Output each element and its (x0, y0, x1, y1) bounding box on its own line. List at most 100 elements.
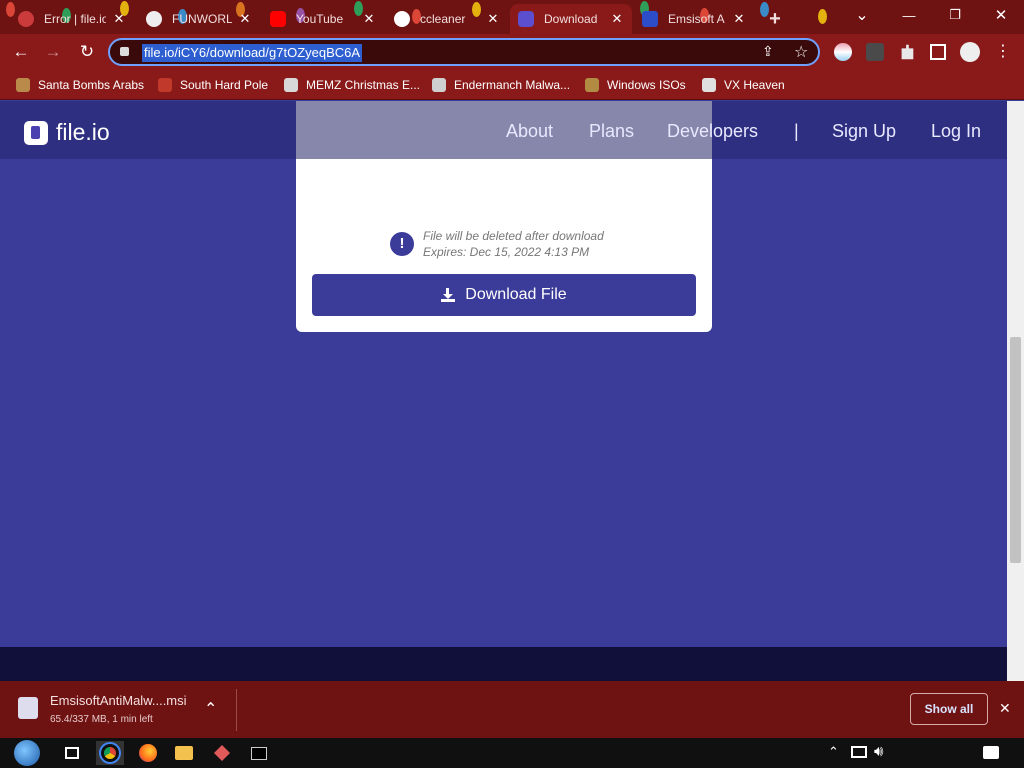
download-button-label: Download File (465, 286, 567, 303)
bookmark-santa-bombs-arabs[interactable]: Santa Bombs Arabs (16, 76, 144, 94)
tab-title: Error | file.io (44, 12, 106, 26)
folder-icon (175, 746, 193, 760)
tab-title: Download (544, 12, 598, 26)
bookmark-favicon-icon (284, 78, 298, 92)
profile-avatar-icon[interactable] (960, 42, 980, 62)
tab-download[interactable]: Download ✕ (510, 4, 632, 34)
close-shelf-icon[interactable]: ✕ (999, 700, 1011, 717)
download-filename: EmsisoftAntiMalw....msi (50, 693, 187, 708)
window-close-icon[interactable]: ✕ (978, 0, 1024, 30)
tab-ccleaner[interactable]: ccleaner ✕ (386, 4, 508, 34)
extension-s-icon[interactable] (866, 43, 884, 61)
download-file-button[interactable]: Download File (312, 274, 696, 316)
download-icon (441, 288, 456, 302)
windows-logo-icon (14, 740, 40, 766)
installer-file-icon (18, 697, 38, 719)
show-hidden-icons-chevron-icon[interactable]: ⌃ (828, 744, 839, 760)
web-page: ! File will be deleted after download Ex… (0, 101, 1007, 681)
bookmark-label: Endermanch Malwa... (454, 78, 571, 92)
reload-icon[interactable]: ↻ (74, 40, 100, 64)
tab-close-icon[interactable]: ✕ (486, 11, 500, 27)
nav-sign-up[interactable]: Sign Up (832, 121, 896, 142)
forward-icon[interactable]: → (40, 40, 66, 64)
youtube-icon (270, 11, 286, 27)
tab-title: YouTube (296, 12, 344, 26)
bookmark-windows-isos[interactable]: Windows ISOs (585, 76, 686, 94)
logo-text: file.io (56, 119, 110, 145)
tab-close-icon[interactable]: ✕ (610, 11, 624, 27)
restore-icon[interactable]: ❐ (932, 0, 978, 30)
download-options-chevron-icon[interactable]: ⌃ (204, 699, 217, 719)
bookmark-label: Santa Bombs Arabs (38, 78, 145, 92)
tab-close-icon[interactable]: ✕ (732, 11, 746, 27)
card-top-overlay (296, 101, 712, 159)
nav-log-in[interactable]: Log In (931, 121, 981, 142)
file-io-icon (518, 11, 534, 27)
bookmark-label: MEMZ Christmas E... (306, 78, 421, 92)
bookmark-favicon-icon (585, 78, 599, 92)
download-item[interactable]: EmsisoftAntiMalw....msi 65.4/337 MB, 1 m… (18, 693, 187, 725)
bookmark-star-icon[interactable]: ☆ (794, 42, 808, 62)
download-shelf: EmsisoftAntiMalw....msi 65.4/337 MB, 1 m… (0, 681, 1024, 738)
share-icon[interactable]: ⇪ (762, 43, 774, 60)
show-all-downloads-button[interactable]: Show all (910, 693, 988, 725)
network-icon[interactable] (851, 746, 867, 758)
tab-strip: Error | file.io ✕ FUNWORLD ✕ YouTube ✕ c… (0, 0, 1024, 34)
extension-flag-icon[interactable] (834, 43, 852, 61)
deletion-notice: ! File will be deleted after download Ex… (390, 228, 604, 260)
taskbar-command-prompt[interactable] (245, 741, 273, 765)
scrollbar-thumb[interactable] (1010, 337, 1021, 563)
taskbar-firefox[interactable] (134, 741, 162, 765)
bookmark-vx-heaven[interactable]: VX Heaven (702, 76, 785, 94)
tab-title: Emsisoft A (668, 12, 725, 26)
tab-emsisoft[interactable]: Emsisoft A ✕ (634, 4, 754, 34)
nav-divider: | (794, 121, 799, 141)
google-icon (394, 11, 410, 27)
tab-error-file-io[interactable]: Error | file.io ✕ (10, 4, 134, 34)
taskbar-file-explorer[interactable] (170, 741, 198, 765)
app-icon (214, 745, 230, 761)
page-scrollbar[interactable] (1007, 101, 1024, 681)
browser-toolbar: ← → ↻ file.io/iCY6/download/g7tOZyeqBC6A… (0, 34, 1024, 70)
bookmark-label: VX Heaven (724, 78, 785, 92)
notification-center-icon[interactable] (983, 746, 999, 759)
tab-search-chevron-icon[interactable]: ⌄ (840, 0, 884, 30)
bookmark-memz-christmas[interactable]: MEMZ Christmas E... (284, 76, 420, 94)
side-panel-icon[interactable] (930, 44, 946, 60)
tab-funworld[interactable]: FUNWORLD ✕ (138, 4, 260, 34)
tab-close-icon[interactable]: ✕ (112, 11, 126, 27)
nav-about[interactable]: About (506, 121, 553, 142)
start-button[interactable] (10, 740, 44, 766)
nav-developers[interactable]: Developers (667, 121, 758, 142)
taskbar-app[interactable] (208, 741, 236, 765)
extensions-puzzle-icon[interactable] (901, 44, 914, 60)
task-view-button[interactable] (58, 741, 86, 765)
delete-after-download-text: File will be deleted after download (423, 229, 604, 243)
bookmark-endermanch-malware[interactable]: Endermanch Malwa... (432, 76, 570, 94)
new-tab-button[interactable]: + (760, 4, 790, 34)
bookmark-label: South Hard Pole (180, 78, 269, 92)
tab-close-icon[interactable]: ✕ (362, 11, 376, 27)
tab-title: FUNWORLD (172, 12, 232, 26)
shelf-divider (236, 689, 237, 731)
tab-title: ccleaner (420, 12, 466, 26)
bookmark-south-hard-pole[interactable]: South Hard Pole (158, 76, 268, 94)
chrome-icon (99, 742, 121, 764)
minimize-icon[interactable]: — (886, 0, 932, 30)
bookmark-favicon-icon (158, 78, 172, 92)
taskbar-chrome[interactable] (96, 741, 124, 765)
tab-favicon-icon (146, 11, 162, 27)
file-io-logo[interactable]: file.io (24, 119, 110, 146)
url-text[interactable]: file.io/iCY6/download/g7tOZyeqBC6A (142, 44, 363, 62)
tab-youtube[interactable]: YouTube ✕ (262, 4, 384, 34)
bookmark-favicon-icon (432, 78, 446, 92)
nav-plans[interactable]: Plans (589, 121, 634, 142)
back-icon[interactable]: ← (8, 40, 34, 64)
lock-icon (120, 47, 129, 56)
windows-taskbar: ⌃ 🔊︎ (0, 738, 1024, 768)
firefox-icon (139, 744, 157, 762)
browser-menu-icon[interactable]: ⋮ (990, 40, 1016, 64)
tab-close-icon[interactable]: ✕ (238, 11, 252, 27)
volume-icon[interactable]: 🔊︎ (874, 743, 883, 760)
address-bar[interactable]: file.io/iCY6/download/g7tOZyeqBC6A ⇪ ☆ (108, 38, 820, 66)
